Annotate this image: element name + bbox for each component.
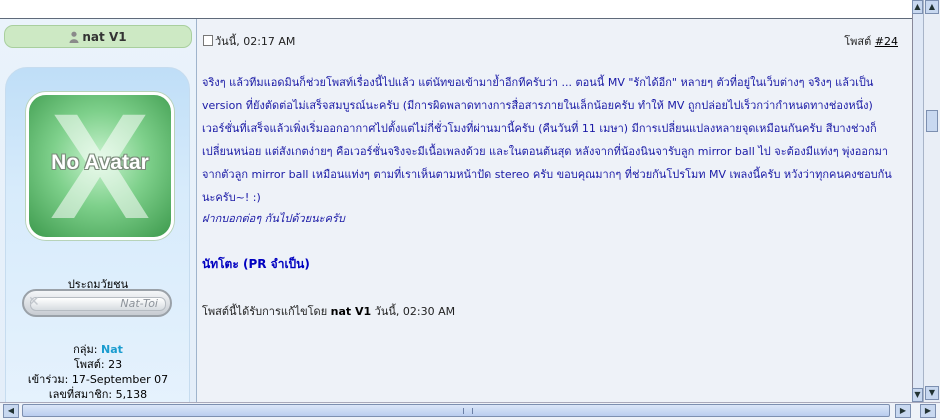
stat-member-value: 5,138: [115, 388, 148, 401]
stat-posts-label: โพสต์:: [73, 358, 105, 371]
horizontal-scroll-thumb[interactable]: [22, 404, 890, 417]
outer-scroll-down-button[interactable]: ▼: [925, 386, 939, 400]
post-timestamp: วันนี้, 02:17 AM: [203, 32, 295, 50]
rank-badge: ✕ Nat-Toi: [22, 289, 172, 317]
stat-posts-value: 23: [108, 358, 123, 371]
signature-italic: ฝากบอกต่อๆ กันไปด้วยนะครับ: [202, 212, 345, 225]
signature-bold: นัทโตะ (PR จำเป็น): [202, 257, 310, 271]
outer-vertical-scrollbar[interactable]: [923, 0, 940, 402]
stat-member-label: เลขที่สมาชิก:: [48, 388, 113, 401]
user-sidebar: nat V1 X No Avatar ประถมวัยชน ✕ Nat-Toi …: [0, 19, 197, 414]
user-stats: กลุ่ม: Nat โพสต์: 23 เข้าร่วม: 17-Septem…: [0, 342, 196, 402]
stat-group: กลุ่ม: Nat: [0, 342, 196, 357]
vertical-scrollbar[interactable]: [912, 0, 923, 402]
stat-group-value: Nat: [100, 343, 123, 356]
scroll-down-button[interactable]: ▼: [912, 388, 923, 402]
scroll-up-button[interactable]: ▲: [912, 0, 923, 14]
document-icon: [203, 35, 213, 46]
username[interactable]: nat V1: [82, 30, 126, 44]
edit-note-prefix: โพสต์นี้ได้รับการแก้ไขโดย: [202, 305, 328, 318]
post-content-area: วันนี้, 02:17 AM โพสต์ #24 จริงๆ แล้วทีม…: [197, 19, 912, 402]
scroll-right-button[interactable]: ▶: [895, 404, 911, 418]
edit-note-user: nat V1: [330, 305, 372, 318]
user-icon: [69, 31, 79, 43]
top-frame-bar: [0, 0, 912, 19]
stat-joined-value: 17-September 07: [71, 373, 169, 386]
edit-note: โพสต์นี้ได้รับการแก้ไขโดย nat V1 วันนี้,…: [202, 302, 455, 320]
username-header[interactable]: nat V1: [4, 25, 192, 48]
avatar: X No Avatar: [26, 92, 174, 240]
post-number-label: โพสต์: [844, 35, 872, 48]
outer-scroll-right-button[interactable]: ▶: [920, 404, 936, 418]
avatar-placeholder-text: No Avatar: [51, 151, 149, 174]
scroll-grip-icon: [463, 408, 473, 414]
post-timestamp-text: วันนี้, 02:17 AM: [215, 35, 296, 48]
stat-joined-label: เข้าร่วม:: [27, 373, 69, 386]
outer-scroll-thumb[interactable]: [926, 110, 938, 132]
outer-scroll-up-button[interactable]: ▲: [925, 0, 939, 14]
post-number: โพสต์ #24: [844, 32, 898, 50]
rank-badge-text: Nat-Toi: [120, 297, 158, 310]
rank-x-icon: ✕: [28, 294, 40, 310]
stat-member: เลขที่สมาชิก: 5,138: [0, 387, 196, 402]
edit-note-time: วันนี้, 02:30 AM: [374, 305, 456, 318]
stat-posts: โพสต์: 23: [0, 357, 196, 372]
stat-group-label: กลุ่ม:: [73, 343, 98, 356]
scroll-left-button[interactable]: ◀: [3, 404, 19, 418]
stat-joined: เข้าร่วม: 17-September 07: [0, 372, 196, 387]
post-number-link[interactable]: #24: [875, 35, 898, 48]
post-body: จริงๆ แล้วทีมแอดมินก็ช่วยโพสท์เรื่องนี้ไ…: [202, 76, 892, 204]
